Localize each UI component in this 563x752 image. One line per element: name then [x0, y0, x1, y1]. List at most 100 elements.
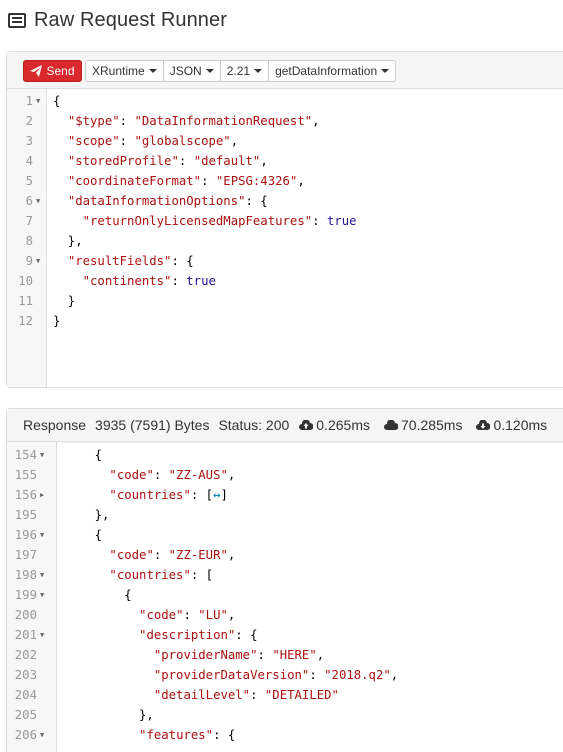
line-number: 1 [25, 94, 33, 108]
code-line: 197 "code": "ZZ-EUR", [7, 545, 563, 565]
send-label: Send [46, 64, 75, 78]
line-number: 4 [25, 154, 33, 168]
fold-collapsed-icon[interactable]: ▶ [40, 485, 44, 505]
code-line: 2 "$type": "DataInformationRequest", [7, 111, 563, 131]
line-number: 3 [25, 134, 33, 148]
code-text: "dataInformationOptions": { [67, 194, 268, 208]
line-number: 204 [14, 688, 37, 702]
line-number: 156 [14, 488, 37, 502]
fold-expanded-icon[interactable]: ▼ [36, 91, 40, 111]
line-number: 205 [14, 708, 37, 722]
response-status-bar: Response 3935 (7591) Bytes Status: 200 0… [7, 409, 563, 442]
response-label: Response [23, 417, 87, 433]
code-line: 9 ▼ "resultFields": { [7, 251, 563, 271]
line-number: 196 [14, 528, 37, 542]
line-number: 198 [14, 568, 37, 582]
code-text: "description": { [139, 628, 258, 642]
list-icon [8, 12, 26, 28]
version-dropdown[interactable]: 2.21 [220, 60, 270, 82]
code-line: 1 ▼ { [7, 91, 563, 111]
code-line: 205 }, [7, 705, 563, 725]
code-text: "code": "ZZ-AUS", [109, 468, 236, 482]
line-number: 5 [25, 174, 33, 188]
code-text: "returnOnlyLicensedMapFeatures": true [82, 214, 357, 228]
caret-down-icon [205, 69, 214, 73]
line-number: 201 [14, 628, 37, 642]
fold-expanded-icon[interactable]: ▼ [40, 725, 44, 745]
cloud-upload-icon [299, 420, 314, 430]
code-text: "code": "ZZ-EUR", [109, 548, 236, 562]
timing-download-value: 0.120ms [493, 417, 548, 433]
code-text: "countries": [↔] [109, 488, 228, 502]
cloud-icon [384, 420, 398, 430]
code-text: "resultFields": { [67, 254, 194, 268]
runtime-value: XRuntime [92, 64, 145, 78]
paper-plane-icon [30, 65, 43, 77]
code-text: "providerDataVersion": "2018.q2", [153, 668, 399, 682]
fold-expanded-icon[interactable]: ▼ [40, 445, 44, 465]
code-line: 3 "scope": "globalscope", [7, 131, 563, 151]
code-text: } [53, 294, 76, 308]
fold-expanded-icon[interactable]: ▼ [40, 585, 44, 605]
request-editor[interactable]: 1 ▼{2 "$type": "DataInformationRequest", 3… [7, 89, 563, 387]
code-text: { [65, 448, 103, 462]
code-text: "storedProfile": "default", [67, 154, 268, 168]
version-value: 2.21 [226, 64, 251, 78]
code-line: 199 ▼ { [7, 585, 563, 605]
fold-expanded-icon[interactable]: ▼ [36, 191, 40, 211]
line-number: 206 [14, 728, 37, 742]
line-number: 202 [14, 648, 37, 662]
line-number: 8 [25, 234, 33, 248]
code-line: 156 ▶ "countries": [↔] [7, 485, 563, 505]
response-panel: Response 3935 (7591) Bytes Status: 200 0… [6, 408, 563, 752]
code-line: 201 ▼ "description": { [7, 625, 563, 645]
line-number: 6 [25, 194, 33, 208]
code-line: 196 ▼ { [7, 525, 563, 545]
fold-expanded-icon[interactable]: ▼ [40, 565, 44, 585]
response-status: Status: 200 [218, 417, 290, 433]
line-number: 10 [18, 274, 33, 288]
code-text: "countries": [ [109, 568, 214, 582]
send-button[interactable]: Send [23, 60, 82, 82]
line-number: 199 [14, 588, 37, 602]
fold-expanded-icon[interactable]: ▼ [36, 251, 40, 271]
code-line: 4 "storedProfile": "default", [7, 151, 563, 171]
fold-expanded-icon[interactable]: ▼ [40, 525, 44, 545]
operation-dropdown[interactable]: getDataInformation [269, 60, 397, 82]
code-line: 10 "continents": true [7, 271, 563, 291]
code-text: { [65, 588, 132, 602]
code-line: 200 "code": "LU", [7, 605, 563, 625]
code-line: 195 }, [7, 505, 563, 525]
response-bytes: 3935 (7591) Bytes [95, 417, 210, 433]
code-text: { [53, 94, 61, 108]
line-number: 11 [18, 294, 33, 308]
code-line: 155 "code": "ZZ-AUS", [7, 465, 563, 485]
code-line: 198 ▼ "countries": [ [7, 565, 563, 585]
code-text: }, [65, 708, 154, 722]
line-number: 195 [14, 508, 37, 522]
line-number: 200 [14, 608, 37, 622]
timing-upload: 0.265ms [299, 417, 370, 433]
code-line: 6 ▼ "dataInformationOptions": { [7, 191, 563, 211]
code-text: }, [53, 234, 83, 248]
line-number: 154 [14, 448, 37, 462]
format-dropdown[interactable]: JSON [163, 60, 221, 82]
code-text: }, [65, 508, 110, 522]
line-number: 9 [25, 254, 33, 268]
code-line: 7 "returnOnlyLicensedMapFeatures": true [7, 211, 563, 231]
page-header: Raw Request Runner [8, 8, 227, 32]
runtime-dropdown[interactable]: XRuntime [85, 60, 164, 82]
line-number: 2 [25, 114, 33, 128]
code-text: "$type": "DataInformationRequest", [67, 114, 320, 128]
request-options: XRuntime JSON 2.21 getDataInformation [85, 60, 397, 82]
timing-upload-value: 0.265ms [316, 417, 370, 433]
caret-down-icon [148, 69, 157, 73]
page-title: Raw Request Runner [34, 8, 228, 31]
code-text: { [65, 528, 103, 542]
fold-expanded-icon[interactable]: ▼ [40, 625, 44, 645]
line-number: 12 [18, 314, 33, 328]
format-value: JSON [169, 64, 202, 78]
code-line: 206 ▼ "features": { [7, 725, 563, 745]
code-line: 8 }, [7, 231, 563, 251]
response-editor[interactable]: 154 ▼ {155 "code": "ZZ-AUS", 156 ▶ "countri… [7, 442, 563, 752]
